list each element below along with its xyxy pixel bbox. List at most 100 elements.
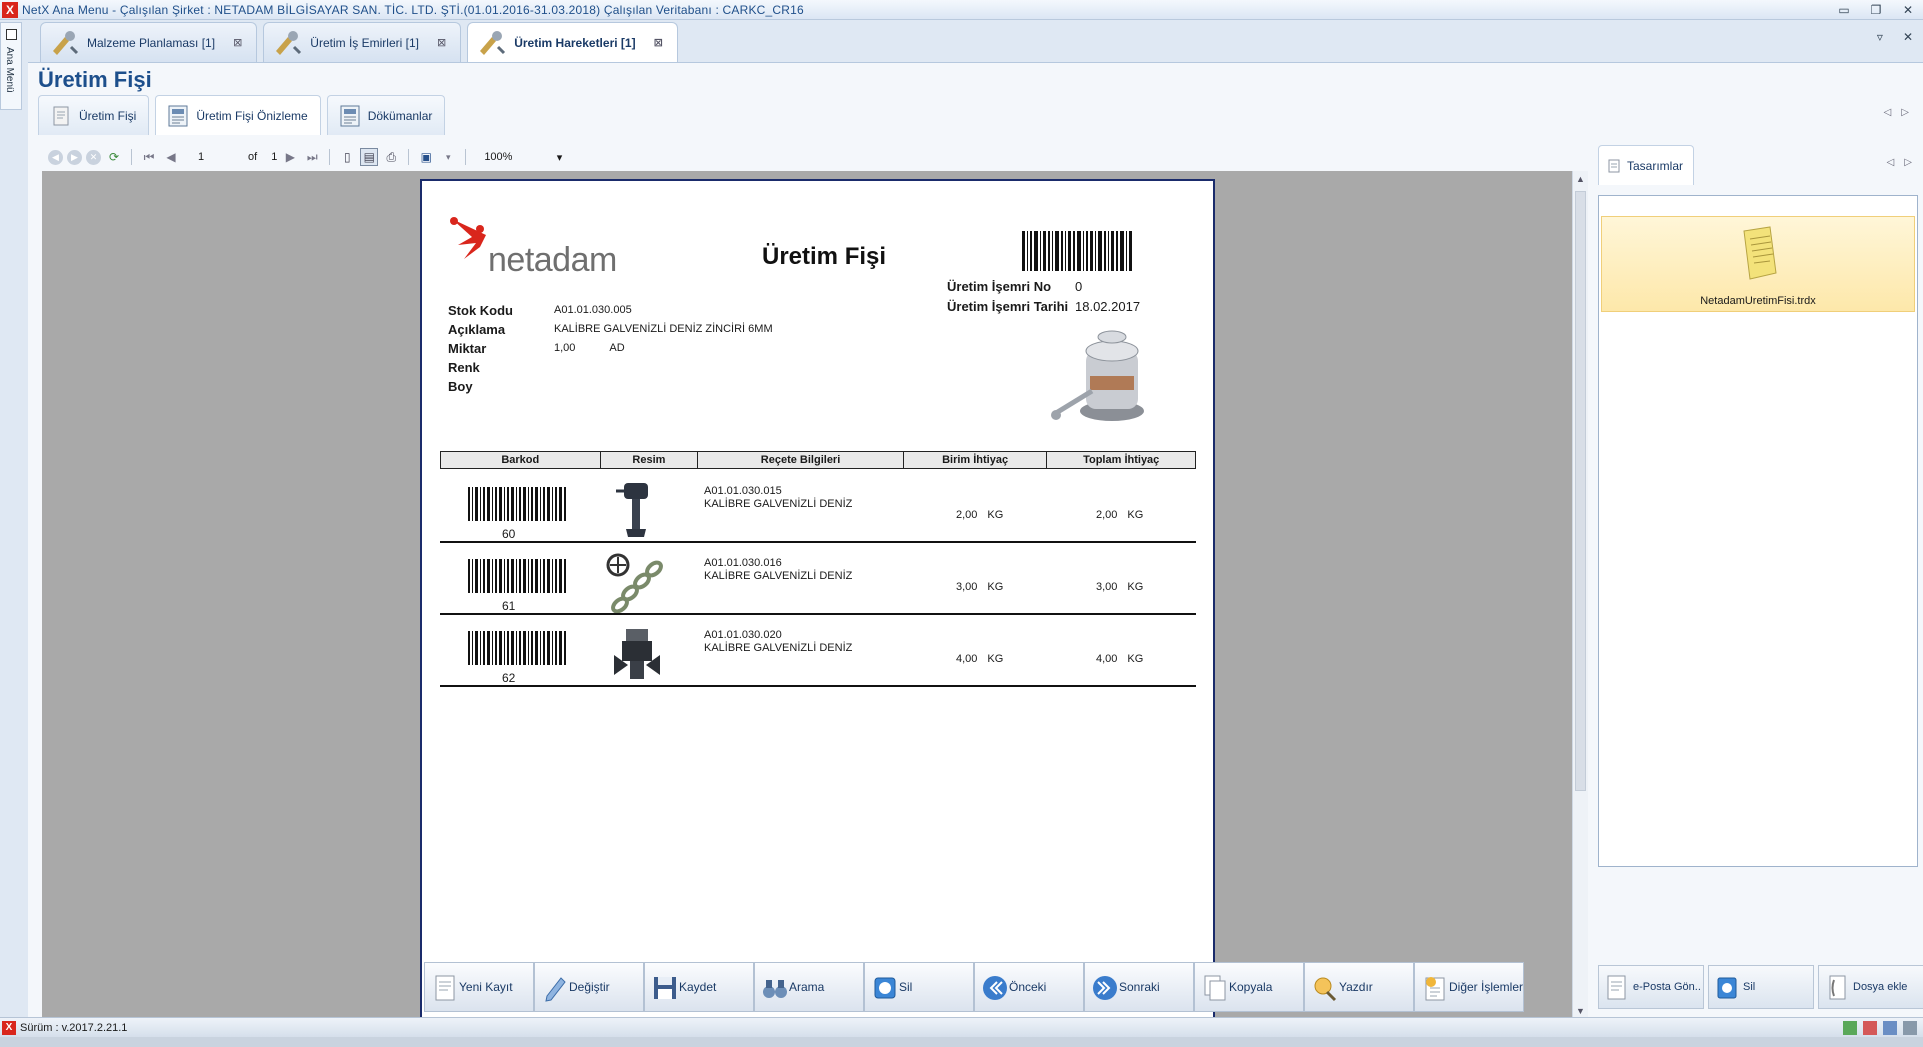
first-page-icon[interactable]: ⏮ xyxy=(140,148,158,166)
minimize-button[interactable]: ▭ xyxy=(1835,2,1853,18)
document-tabs: Malzeme Planlaması [1] ⊠ Üretim İş Emirl… xyxy=(40,22,678,62)
tab-uretim-fisi[interactable]: Üretim Fişi xyxy=(38,95,150,135)
recipe-code: A01.01.030.020 xyxy=(704,629,782,641)
edit-button[interactable]: Değiştir xyxy=(534,962,644,1012)
restore-button[interactable]: ❐ xyxy=(1867,2,1885,18)
total-requirement-unit: KG xyxy=(1127,653,1144,665)
zoom-select[interactable]: 100% ▾ xyxy=(480,148,566,166)
tab-close-all-icon[interactable]: ✕ xyxy=(1903,30,1913,44)
last-page-icon[interactable]: ⏭ xyxy=(303,148,321,166)
preview-vertical-scrollbar[interactable]: ▲ ▼ xyxy=(1572,171,1588,1019)
column-birim-ihtiyac: Birim İhtiyaç xyxy=(904,452,1048,468)
delete-icon xyxy=(1717,977,1737,999)
tab-dokumanlar[interactable]: Dökümanlar xyxy=(326,95,446,135)
print-button[interactable]: Yazdır xyxy=(1304,962,1414,1012)
refresh-icon[interactable]: ⟳ xyxy=(105,148,123,166)
chain-icon xyxy=(606,553,663,613)
recipe-description: KALİBRE GALVENİZLİ DENİZ xyxy=(704,642,853,654)
button-label: Diğer İşlemler xyxy=(1449,980,1524,994)
export-icon[interactable]: ▣ xyxy=(417,148,435,166)
documents-icon xyxy=(340,105,360,127)
copy-button[interactable]: Kopyala xyxy=(1194,962,1304,1012)
delete-button[interactable]: Sil xyxy=(864,962,974,1012)
tab-close-icon[interactable]: ⊠ xyxy=(654,36,663,49)
zoom-value: 100% xyxy=(484,151,513,163)
print-preview-icon[interactable]: ▤ xyxy=(360,148,379,166)
search-button[interactable]: Arama xyxy=(754,962,864,1012)
tab-label: Malzeme Planlaması [1] xyxy=(87,35,216,50)
stock-info: Stok Kodu A01.01.030.005 Açıklama KALİBRE … xyxy=(448,301,773,396)
other-actions-icon xyxy=(1425,977,1445,1001)
next-page-icon[interactable]: ▶ xyxy=(281,148,299,166)
tab-uretim-hareketleri[interactable]: Üretim Hareketleri [1] ⊠ xyxy=(467,22,678,62)
other-actions-button[interactable]: Diğer İşlemler xyxy=(1414,962,1524,1012)
toolbar-separator xyxy=(408,149,410,165)
tab-close-icon[interactable]: ⊠ xyxy=(233,36,242,49)
taskbar xyxy=(0,1037,1923,1047)
new-record-button[interactable]: Yeni Kayıt xyxy=(424,962,534,1012)
total-requirement: 2,00 KG xyxy=(1096,509,1143,521)
scroll-left-icon[interactable]: ◁ xyxy=(1887,157,1895,168)
tab-tasarimlar[interactable]: Tasarımlar xyxy=(1598,145,1695,185)
tray-icon[interactable] xyxy=(1883,1021,1897,1035)
field-renk: Renk xyxy=(448,358,773,377)
scroll-right-icon[interactable]: ▷ xyxy=(1901,107,1909,118)
close-button[interactable]: ✕ xyxy=(1899,2,1917,18)
field-unit: AD xyxy=(609,342,625,354)
delete-design-button[interactable]: Sil xyxy=(1708,965,1814,1009)
forward-icon[interactable]: ▶ xyxy=(67,149,82,165)
designs-list: NetadamUretimFisi.trdx xyxy=(1598,195,1918,867)
previous-button[interactable]: Önceki xyxy=(974,962,1084,1012)
field-value: 1,00 xyxy=(554,342,576,354)
tab-close-icon[interactable]: ⊠ xyxy=(437,36,446,49)
tab-malzeme-planlamasi[interactable]: Malzeme Planlaması [1] ⊠ xyxy=(40,22,258,62)
page-number-input[interactable]: 1 xyxy=(198,151,234,163)
scroll-down-icon[interactable]: ▼ xyxy=(1576,1006,1585,1016)
total-requirement: 4,00 KG xyxy=(1096,653,1143,665)
binoculars-icon xyxy=(763,980,787,998)
design-file-item[interactable]: NetadamUretimFisi.trdx xyxy=(1601,216,1915,312)
tab-uretim-fisi-onizleme[interactable]: Üretim Fişi Önizleme xyxy=(155,95,321,135)
recipe-code: A01.01.030.015 xyxy=(704,485,782,497)
column-toplam-ihtiyac: Toplam İhtiyaç xyxy=(1083,454,1160,466)
ana-menu-strip[interactable]: Ana Menü xyxy=(0,22,22,110)
scroll-up-icon[interactable]: ▲ xyxy=(1576,174,1585,184)
unit-requirement: 4,00 KG xyxy=(956,653,1003,665)
scroll-left-icon[interactable]: ◁ xyxy=(1884,107,1892,118)
tray-icon[interactable] xyxy=(1863,1021,1877,1035)
tray-icon[interactable] xyxy=(1843,1021,1857,1035)
save-button[interactable]: Kaydet xyxy=(644,962,754,1012)
next-button[interactable]: Sonraki xyxy=(1084,962,1194,1012)
field-aciklama: Açıklama KALİBRE GALVENİZLİ DENİZ ZİNCİRİ… xyxy=(448,320,773,339)
button-label: Kopyala xyxy=(1229,980,1273,994)
print-icon[interactable]: ⎙ xyxy=(382,148,400,166)
stop-icon[interactable]: ✕ xyxy=(86,149,101,165)
field-label: Miktar xyxy=(448,341,487,356)
scroll-right-icon[interactable]: ▷ xyxy=(1904,157,1912,168)
unit-requirement-unit: KG xyxy=(987,509,1004,521)
report-title: Üretim Fişi xyxy=(762,243,887,270)
tab-uretim-is-emirleri[interactable]: Üretim İş Emirleri [1] ⊠ xyxy=(263,22,462,62)
status-bar: X Sürüm : v.2017.2.21.1 xyxy=(0,1017,1923,1037)
tray-icon[interactable] xyxy=(1903,1021,1917,1035)
barcode-icon xyxy=(468,559,566,593)
field-boy: Boy xyxy=(448,377,773,396)
field-label: Renk xyxy=(448,360,480,375)
previous-page-icon[interactable]: ◀ xyxy=(162,148,180,166)
print-icon xyxy=(1314,977,1337,1002)
unit-requirement: 3,00 KG xyxy=(956,581,1003,593)
back-icon[interactable]: ◀ xyxy=(48,149,63,165)
export-dropdown-icon[interactable]: ▾ xyxy=(439,148,457,166)
barcode-number: 60 xyxy=(502,527,516,541)
pencil-icon xyxy=(545,977,566,1002)
email-send-button[interactable]: e-Posta Gön.. xyxy=(1598,965,1704,1009)
zoom-dropdown-icon: ▾ xyxy=(556,151,563,164)
sub-tab-label: Üretim Fişi Önizleme xyxy=(196,108,308,123)
preview-icon xyxy=(168,105,188,127)
scrollbar-thumb[interactable] xyxy=(1575,191,1586,791)
tab-dropdown-icon[interactable]: ▿ xyxy=(1877,30,1883,44)
page-view-icon[interactable]: ▯ xyxy=(338,148,356,166)
button-label: Dosya ekle xyxy=(1853,981,1908,993)
add-file-button[interactable]: Dosya ekle xyxy=(1818,965,1923,1009)
new-document-icon xyxy=(435,975,455,1001)
